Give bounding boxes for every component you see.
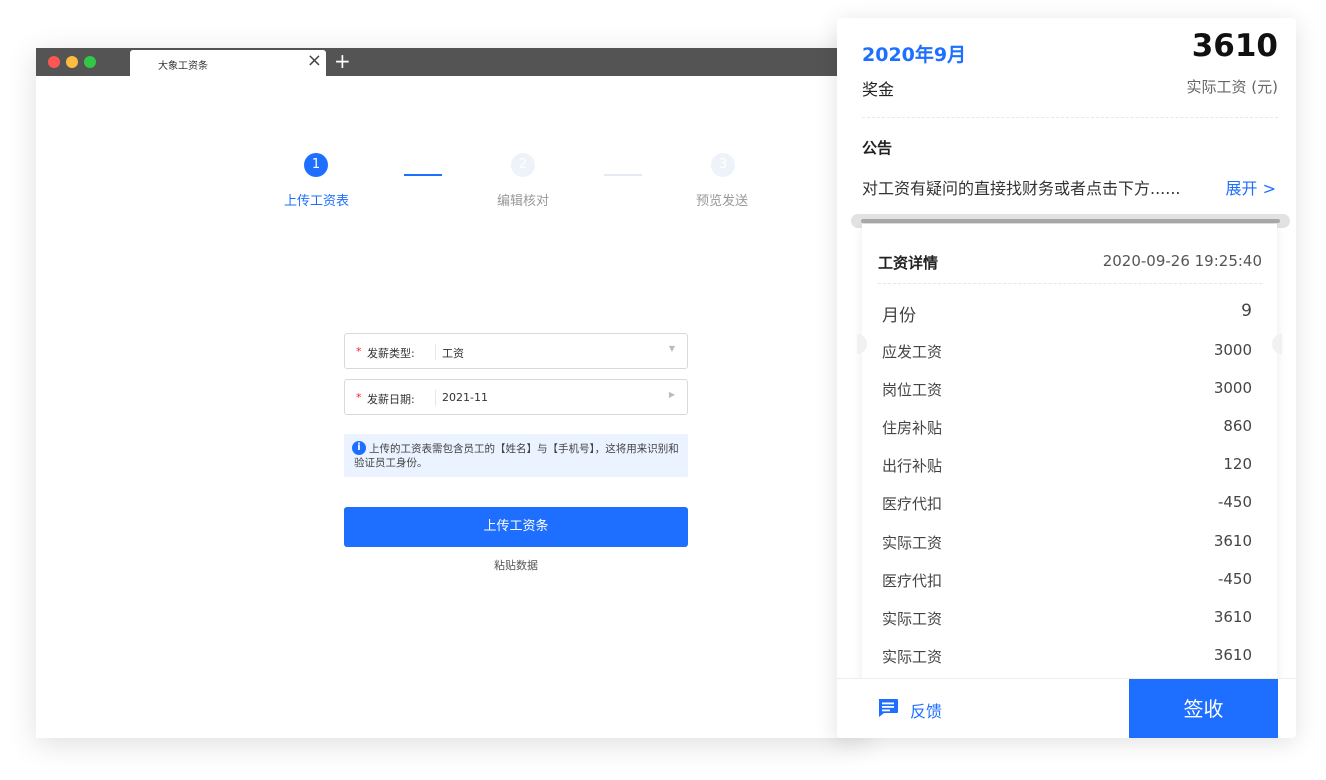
panel-footer: 反馈 签收 [837, 678, 1296, 738]
step-3-circle: 3 [711, 153, 735, 177]
step-1-label: 上传工资表 [284, 194, 350, 209]
detail-row-value: 3000 [1213, 379, 1252, 397]
detail-row-value: 3000 [1213, 341, 1252, 359]
net-salary-label: 实际工资 (元) [1186, 78, 1278, 96]
detail-row: 住房补贴 860 [882, 408, 1252, 446]
minimize-window-icon[interactable] [66, 56, 78, 68]
field-separator [435, 344, 436, 360]
salary-detail-card: 工资详情 2020-09-26 19:25:40 月份 9 应发工资 3000 … [857, 224, 1282, 684]
detail-row-label: 住房补贴 [882, 419, 943, 437]
bonus-label: 奖金 [862, 80, 895, 99]
printer-slot-line [861, 219, 1280, 223]
detail-row-label: 医疗代扣 [882, 572, 943, 590]
message-icon [878, 699, 898, 717]
tab-title: 大象工资条 [158, 61, 208, 72]
detail-row-label: 出行补贴 [882, 457, 943, 475]
announcement-title: 公告 [862, 139, 893, 157]
pay-type-value: 工资 [442, 347, 464, 360]
net-salary-amount: 3610 [1191, 28, 1278, 64]
step-2-label: 编辑核对 [497, 194, 550, 209]
detail-row-label: 应发工资 [882, 343, 943, 361]
pay-date-value: 2021-11 [442, 391, 488, 404]
required-mark: * [356, 391, 362, 404]
detail-row: 实际工资 3610 [882, 637, 1252, 675]
paste-data-link[interactable]: 粘贴数据 [344, 557, 688, 573]
tab-close-icon[interactable]: × [307, 51, 322, 71]
card-notch-left [857, 334, 867, 354]
step-2-circle: 2 [511, 153, 535, 177]
detail-row-value: -450 [1217, 493, 1252, 511]
detail-row-label: 实际工资 [882, 648, 943, 666]
detail-row-value: 3610 [1213, 608, 1252, 626]
detail-row: 医疗代扣 -450 [882, 484, 1252, 522]
detail-row-label: 医疗代扣 [882, 495, 943, 513]
header-divider [862, 117, 1278, 118]
month-title: 2020年9月 [862, 44, 967, 66]
pay-date-select[interactable]: * 发薪日期: 2021-11 ▶ [344, 379, 688, 415]
browser-tab[interactable]: 大象工资条 × [130, 50, 326, 76]
detail-row: 实际工资 3610 [882, 599, 1252, 637]
detail-row-value: 3610 [1213, 532, 1252, 550]
sign-receipt-button[interactable]: 签收 [1129, 679, 1278, 738]
detail-row: 出行补贴 120 [882, 446, 1252, 484]
detail-row-value: 860 [1223, 417, 1252, 435]
required-mark: * [356, 345, 362, 358]
detail-row-value: -450 [1217, 570, 1252, 588]
detail-row-label: 实际工资 [882, 534, 943, 552]
detail-row-value: 3610 [1213, 646, 1252, 664]
field-separator [435, 390, 436, 406]
detail-row: 岗位工资 3000 [882, 370, 1252, 408]
step-connector-1 [404, 174, 442, 176]
notice-text: 上传的工资表需包含员工的【姓名】与【手机号】，这将用来识别和验证员工身份。 [354, 443, 679, 469]
detail-title: 工资详情 [878, 254, 939, 272]
step-3-label: 预览发送 [696, 194, 749, 209]
close-window-icon[interactable] [48, 56, 60, 68]
pay-type-label: 发薪类型: [367, 347, 415, 360]
chevron-right-icon: ▶ [668, 390, 675, 399]
detail-timestamp: 2020-09-26 19:25:40 [1102, 252, 1262, 270]
detail-row-value: 120 [1223, 455, 1252, 473]
detail-row-value: 9 [1241, 301, 1252, 321]
feedback-label: 反馈 [910, 702, 943, 721]
step-1-circle: 1 [304, 153, 328, 177]
chevron-down-icon: ▼ [668, 344, 675, 353]
upload-salary-button[interactable]: 上传工资条 [344, 507, 688, 547]
new-tab-icon[interactable]: + [334, 49, 351, 73]
browser-titlebar: 大象工资条 × + [36, 48, 866, 76]
step-connector-2 [604, 174, 642, 176]
pay-type-select[interactable]: * 发薪类型: 工资 ▼ [344, 333, 688, 369]
detail-row: 医疗代扣 -450 [882, 561, 1252, 599]
expand-link[interactable]: 展开 > [1226, 175, 1277, 199]
detail-row: 应发工资 3000 [882, 332, 1252, 370]
announcement-text: 对工资有疑问的直接找财务或者点击下方...... [862, 179, 1181, 198]
salary-slip-panel: 2020年9月 3610 奖金 实际工资 (元) 公告 对工资有疑问的直接找财务… [837, 18, 1296, 738]
detail-row: 月份 9 [882, 294, 1252, 332]
card-notch-right [1272, 334, 1282, 354]
detail-row-label: 月份 [882, 306, 916, 326]
detail-row-label: 实际工资 [882, 610, 943, 628]
detail-row-label: 岗位工资 [882, 381, 943, 399]
browser-window: 大象工资条 × + 1 上传工资表 2 编辑核对 3 预览发送 * 发薪类型: … [36, 48, 866, 738]
maximize-window-icon[interactable] [84, 56, 96, 68]
pay-date-label: 发薪日期: [367, 393, 415, 406]
detail-row: 实际工资 3610 [882, 523, 1252, 561]
upload-notice: i 上传的工资表需包含员工的【姓名】与【手机号】，这将用来识别和验证员工身份。 [344, 434, 688, 477]
detail-divider [878, 283, 1262, 284]
